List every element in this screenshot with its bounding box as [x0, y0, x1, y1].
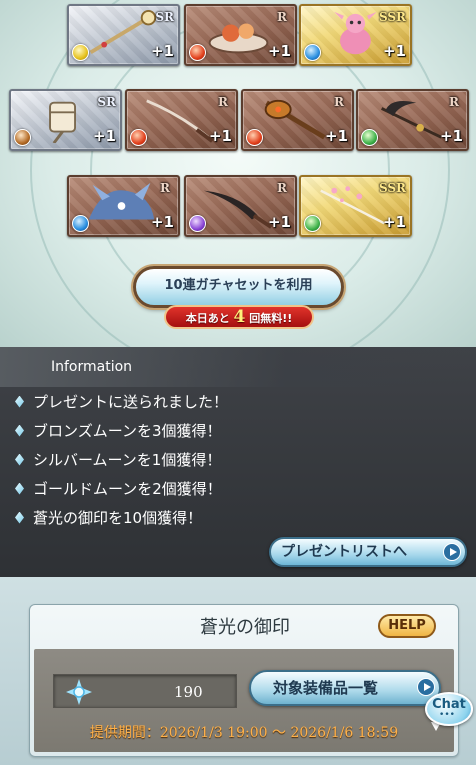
rarity-badge: SSR [378, 10, 406, 24]
scythe-icon [380, 100, 442, 139]
item-count-box: 190 [53, 674, 237, 708]
rarity-badge: R [449, 95, 459, 109]
diamond-bullet-icon [15, 424, 24, 437]
info-text: シルバームーンを1個獲得！ [33, 451, 222, 469]
gacha-results-area: SR +1 R +1 SSR +1 SR +1 R +1 R +1 R +1 R… [0, 0, 476, 347]
result-card[interactable]: R +1 [125, 89, 238, 151]
dagger-icon [203, 190, 273, 229]
food-plate-icon [208, 23, 269, 54]
target-equipment-label: 対象装備品一覧 [273, 679, 379, 697]
ten-draw-gacha-button[interactable]: 10連ガチャセットを利用 [133, 266, 344, 308]
present-list-label: プレゼントリストへ [281, 544, 407, 560]
diamond-bullet-icon [15, 395, 24, 408]
plus-label: +1 [150, 213, 174, 231]
item-count: 190 [174, 683, 203, 701]
information-list: プレゼントに送られました！ ブロンズムーンを3個獲得！ シルバームーンを1個獲得… [15, 387, 465, 532]
rarity-badge: R [160, 181, 170, 195]
item-panel: 蒼光の御印 HELP 190 対象装備品一覧 提供期間：2026/1/3 19:… [0, 577, 476, 765]
chat-button[interactable]: Chat ••• [425, 692, 473, 732]
wind-element-icon [361, 129, 378, 146]
result-card[interactable]: R +1 [184, 4, 297, 66]
chat-bubble-icon: Chat [425, 692, 473, 726]
staff-icon [89, 10, 157, 55]
rarity-badge: SR [155, 10, 174, 24]
light-element-icon [72, 44, 89, 61]
result-card[interactable]: SR +1 [9, 89, 122, 151]
result-card[interactable]: SSR +1 [299, 175, 412, 237]
result-card[interactable]: SR +1 [67, 4, 180, 66]
info-text: ゴールドムーンを2個獲得！ [33, 480, 222, 498]
lantern-staff-icon [49, 101, 77, 144]
free-badge-suffix: 回無料!! [249, 312, 293, 325]
availability-period: 提供期間：2026/1/3 19:00 〜 2026/1/6 18:59 [89, 725, 399, 741]
rarity-badge: SR [97, 95, 116, 109]
info-text: ブロンズムーンを3個獲得！ [33, 422, 222, 440]
fire-element-icon [130, 129, 147, 146]
plus-label: +1 [382, 42, 406, 60]
list-item: 蒼光の御印を10個獲得！ [15, 503, 465, 532]
result-card[interactable]: R +1 [356, 89, 469, 151]
wind-element-icon [304, 215, 321, 232]
free-draws-count: 4 [233, 307, 246, 327]
list-item: ブロンズムーンを3個獲得！ [15, 416, 465, 445]
item-card: 蒼光の御印 HELP 190 対象装備品一覧 提供期間：2026/1/3 19:… [29, 604, 459, 757]
target-equipment-button[interactable]: 対象装備品一覧 [249, 670, 441, 706]
list-item: シルバームーンを1個獲得！ [15, 445, 465, 474]
item-body: 190 対象装備品一覧 提供期間：2026/1/3 19:00 〜 2026/1… [34, 649, 454, 752]
diamond-bullet-icon [15, 453, 24, 466]
blue-crest-icon [66, 679, 92, 705]
water-element-icon [304, 44, 321, 61]
list-item: ゴールドムーンを2個獲得！ [15, 474, 465, 503]
chat-dots: ••• [439, 710, 455, 720]
earth-element-icon [14, 129, 31, 146]
rarity-badge: R [277, 10, 287, 24]
dark-element-icon [189, 215, 206, 232]
free-badge-prefix: 本日あと [185, 312, 230, 325]
result-card[interactable]: R +1 [184, 175, 297, 237]
mace-icon [264, 99, 326, 140]
diamond-bullet-icon [15, 482, 24, 495]
water-element-icon [72, 215, 89, 232]
plus-label: +1 [382, 213, 406, 231]
information-title: Information [0, 347, 476, 387]
info-text: プレゼントに送られました！ [33, 393, 229, 411]
rarity-badge: R [277, 181, 287, 195]
fire-element-icon [246, 129, 263, 146]
info-text: 蒼光の御印を10個獲得！ [33, 509, 203, 527]
plus-label: +1 [267, 213, 291, 231]
arrow-right-icon [443, 543, 461, 561]
plus-label: +1 [150, 42, 174, 60]
rarity-badge: SSR [378, 181, 406, 195]
information-panel: Information プレゼントに送られました！ ブロンズムーンを3個獲得！ … [0, 347, 476, 577]
result-card[interactable]: R +1 [241, 89, 354, 151]
plus-label: +1 [92, 127, 116, 145]
help-button[interactable]: HELP [378, 614, 436, 638]
present-list-button[interactable]: プレゼントリストへ [269, 537, 467, 567]
diamond-bullet-icon [15, 511, 24, 524]
plus-label: +1 [267, 42, 291, 60]
rarity-badge: R [218, 95, 228, 109]
fire-element-icon [189, 44, 206, 61]
free-draws-badge: 本日あと 4 回無料!! [164, 305, 314, 329]
result-card[interactable]: SSR +1 [299, 4, 412, 66]
result-card[interactable]: R +1 [67, 175, 180, 237]
plus-label: +1 [324, 127, 348, 145]
plus-label: +1 [208, 127, 232, 145]
plus-label: +1 [439, 127, 463, 145]
rarity-badge: R [334, 95, 344, 109]
blue-beast-icon [88, 182, 155, 220]
katana-icon [146, 99, 214, 143]
list-item: プレゼントに送られました！ [15, 387, 465, 416]
